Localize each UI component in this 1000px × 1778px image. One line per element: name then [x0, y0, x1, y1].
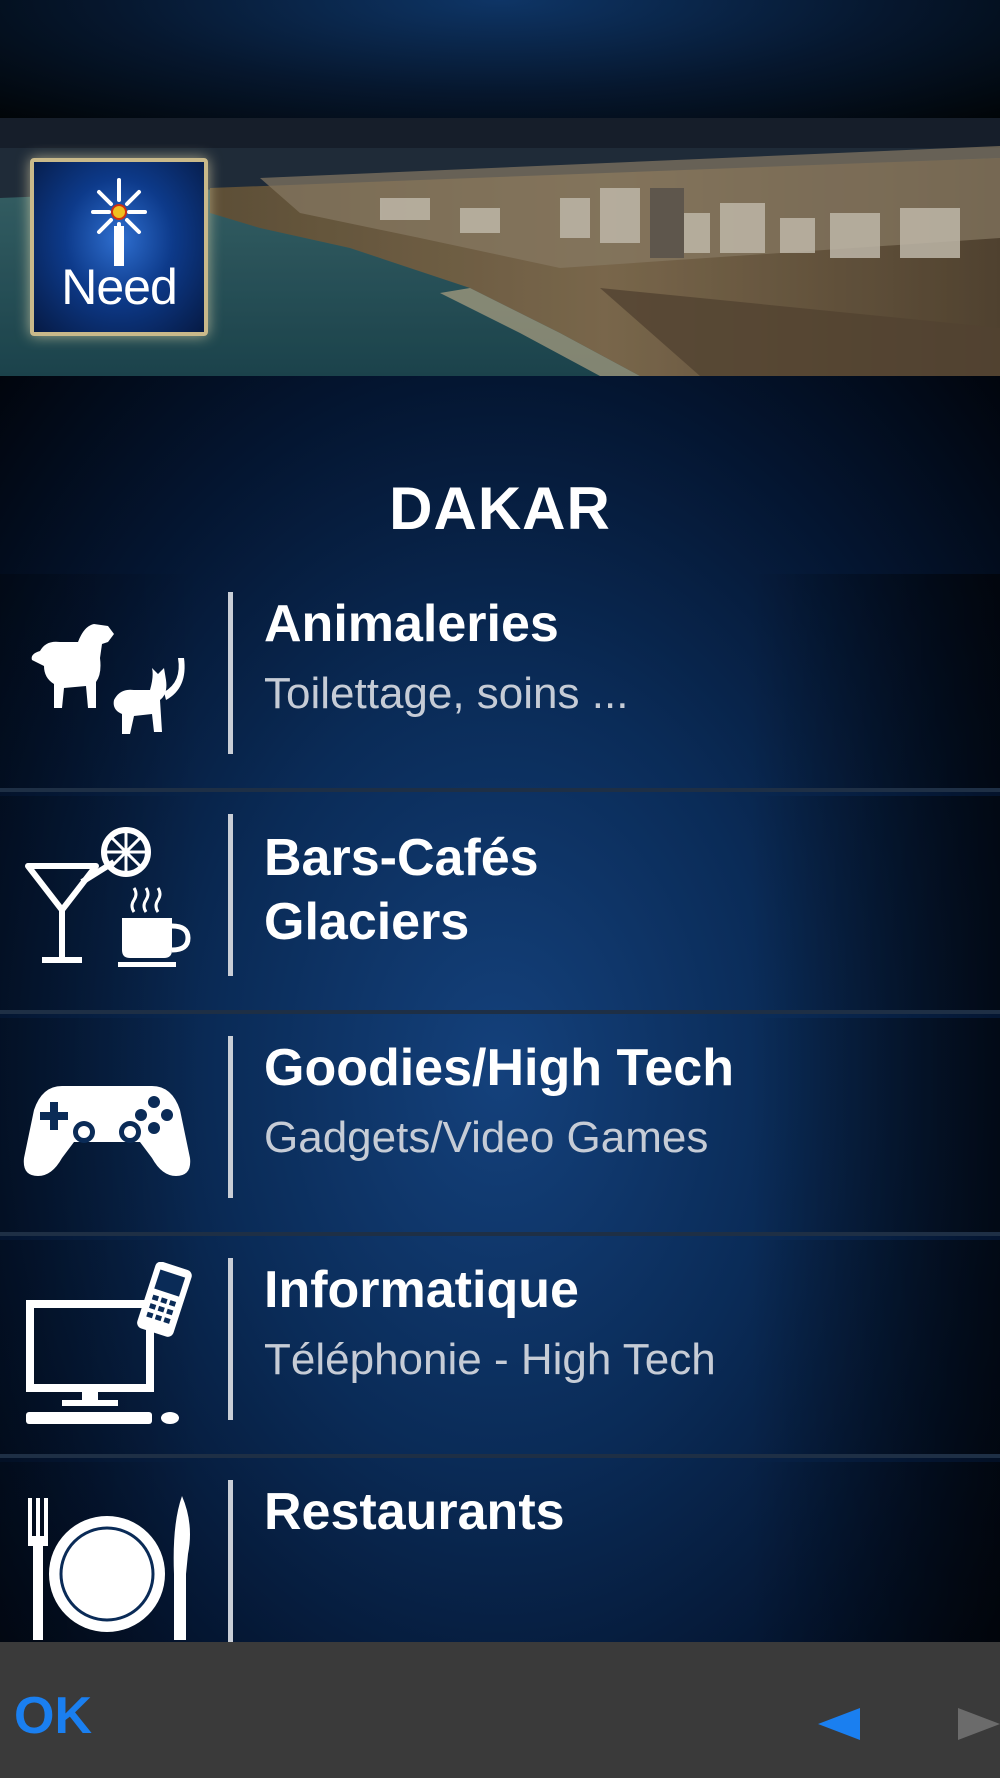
page-title: DAKAR [389, 475, 611, 542]
category-row-restaurants[interactable]: Restaurants [0, 1462, 1000, 1642]
ok-button[interactable]: OK [14, 1686, 92, 1746]
category-title: Bars-Cafés Glaciers [264, 829, 539, 951]
category-title: Goodies/High Tech [264, 1039, 734, 1097]
category-title: Restaurants [264, 1483, 565, 1541]
row-divider [228, 1036, 233, 1198]
row-divider [228, 592, 233, 754]
gamepad-icon [23, 1086, 191, 1176]
category-list: DAKAR Animaleries Toilettage, soins ... [0, 376, 1000, 1642]
category-title: Animaleries [264, 595, 559, 653]
plate-cutlery-icon [28, 1496, 190, 1640]
app-screen: Need DAKAR Animaleries Toilettage, soins… [0, 0, 1000, 1778]
category-row-animaleries[interactable]: Animaleries Toilettage, soins ... [0, 574, 1000, 792]
category-row-goodies-high-tech[interactable]: Goodies/High Tech Gadgets/Video Games [0, 1018, 1000, 1236]
cocktail-coffee-icon [25, 827, 191, 967]
category-subtitle: Gadgets/Video Games [264, 1113, 709, 1162]
computer-phone-icon [26, 1262, 192, 1424]
pets-icon [31, 624, 185, 734]
logo-label: Need [61, 259, 178, 315]
category-title: Informatique [264, 1261, 579, 1319]
category-subtitle: Téléphonie - High Tech [264, 1335, 716, 1384]
category-row-informatique[interactable]: Informatique Téléphonie - High Tech [0, 1240, 1000, 1458]
right-arrow-icon[interactable] [958, 1708, 1000, 1740]
row-divider [228, 814, 233, 976]
category-row-bars-cafes[interactable]: Bars-Cafés Glaciers [0, 796, 1000, 1014]
app-logo: Need [30, 158, 208, 336]
sparkle-icon [91, 178, 147, 266]
status-bar-area [0, 0, 1000, 118]
category-subtitle: Toilettage, soins ... [264, 669, 629, 718]
row-divider [228, 1258, 233, 1420]
header-banner: Need [0, 118, 1000, 376]
left-arrow-icon[interactable] [818, 1708, 860, 1740]
row-divider [228, 1480, 233, 1642]
